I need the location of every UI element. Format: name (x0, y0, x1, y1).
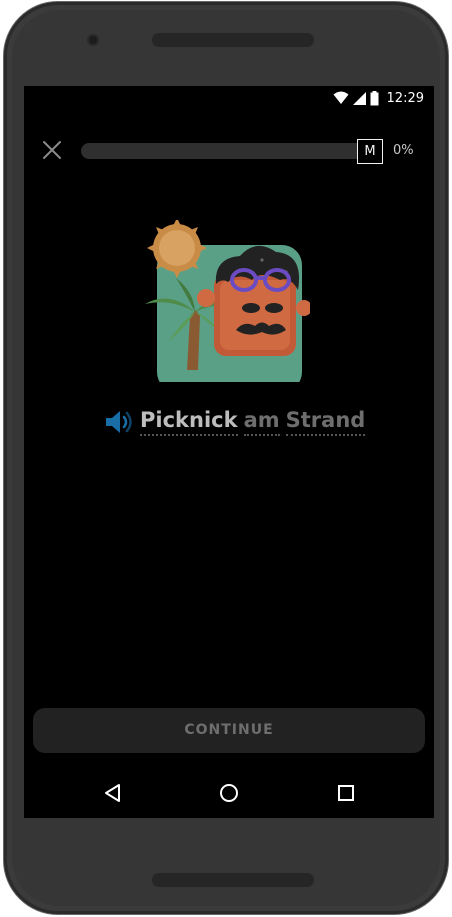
status-time: 12:29 (386, 90, 424, 106)
wifi-icon (333, 91, 349, 104)
continue-button[interactable]: CONTINUE (33, 708, 425, 753)
android-nav-bar (24, 770, 434, 818)
audio-speaker-icon[interactable] (104, 409, 134, 435)
phrase-row: Picknick am Strand (104, 404, 366, 440)
recents-icon[interactable] (335, 782, 357, 804)
cell-signal-icon (352, 91, 366, 105)
phrase-word[interactable]: Picknick (140, 408, 238, 436)
close-icon[interactable] (40, 138, 64, 162)
bottom-speaker (152, 873, 314, 887)
phrase-word[interactable]: am (243, 408, 280, 436)
status-bar: 12:29 (24, 86, 434, 110)
phrase-word[interactable]: Strand (285, 408, 366, 436)
lesson-header: M 0% (24, 110, 434, 180)
back-icon[interactable] (102, 782, 124, 804)
front-camera (87, 34, 99, 46)
beach-picnic-illustration (145, 220, 310, 382)
mistakes-badge: M (357, 139, 383, 164)
lesson-progress-bar (81, 143, 371, 159)
progress-percent: 0% (393, 143, 414, 158)
earpiece-speaker (152, 33, 314, 47)
phone-screen: 12:29 M 0% Picknick am Strand CONTINUE (24, 86, 434, 818)
home-icon[interactable] (218, 782, 240, 804)
battery-icon (370, 90, 379, 105)
status-icons: 12:29 (333, 89, 424, 107)
